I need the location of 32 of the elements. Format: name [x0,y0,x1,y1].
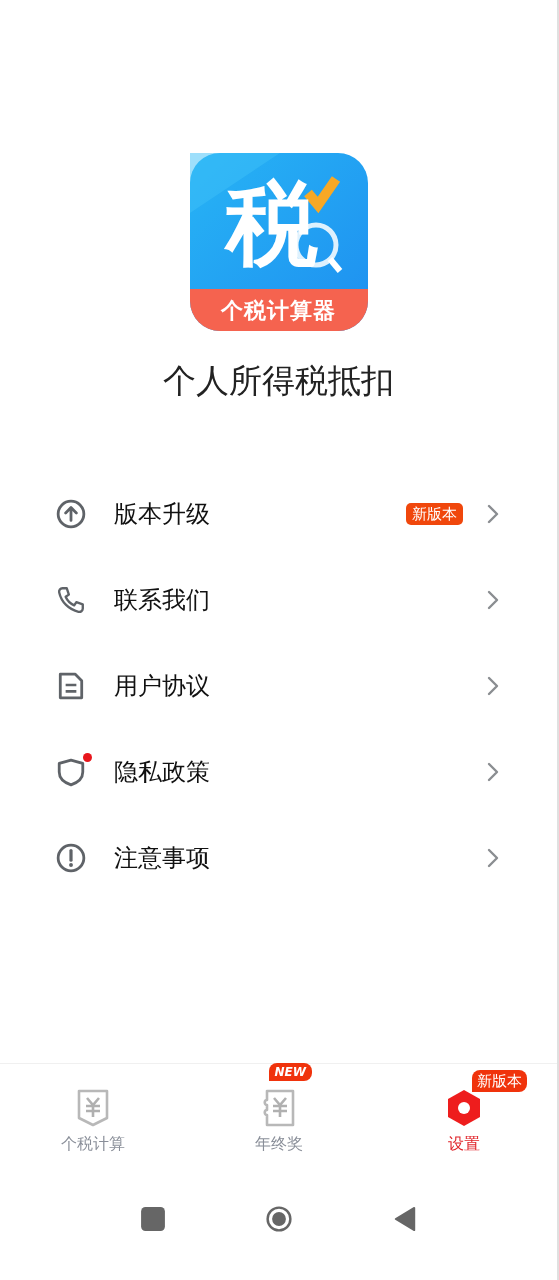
tab-badge: NEW [268,1063,312,1081]
menu-item[interactable]: 联系我们 [0,557,557,643]
menu-label: 版本升级 [114,499,210,530]
yuan-ticket-icon [260,1088,297,1128]
menu-label: 注意事项 [114,843,210,874]
menu-label: 用户协议 [114,671,210,702]
menu-item[interactable]: 版本升级 新版本 [0,471,557,557]
tab[interactable]: 新版本 设置 [371,1064,557,1174]
new-version-badge: 新版本 [406,503,463,525]
chevron-right-icon [487,504,499,524]
chevron-right-icon [487,848,499,868]
app-name: 个人所得税抵扣 [163,361,394,401]
chevron-right-icon [487,590,499,610]
menu-item[interactable]: 隐私政策 [0,729,557,815]
logo-caption: 个税计算器 [219,297,337,325]
home-button[interactable] [265,1206,292,1232]
menu-item[interactable]: 注意事项 [0,815,557,901]
document-icon [56,671,86,701]
logo-glyph: 税 [225,175,318,275]
tab-badge: 新版本 [472,1070,528,1092]
recents-button[interactable] [139,1206,166,1232]
menu-label: 联系我们 [114,585,210,616]
phone-icon [56,585,86,615]
exclamation-icon [56,843,86,873]
chevron-right-icon [487,762,499,782]
menu-label: 隐私政策 [114,757,210,788]
settings-icon [446,1088,483,1128]
tab[interactable]: NEW 年终奖 [185,1064,372,1174]
shield-icon [56,757,86,787]
menu-item[interactable]: 用户协议 [0,643,557,729]
arrow-up-icon [56,499,86,529]
chevron-right-icon [487,676,499,696]
